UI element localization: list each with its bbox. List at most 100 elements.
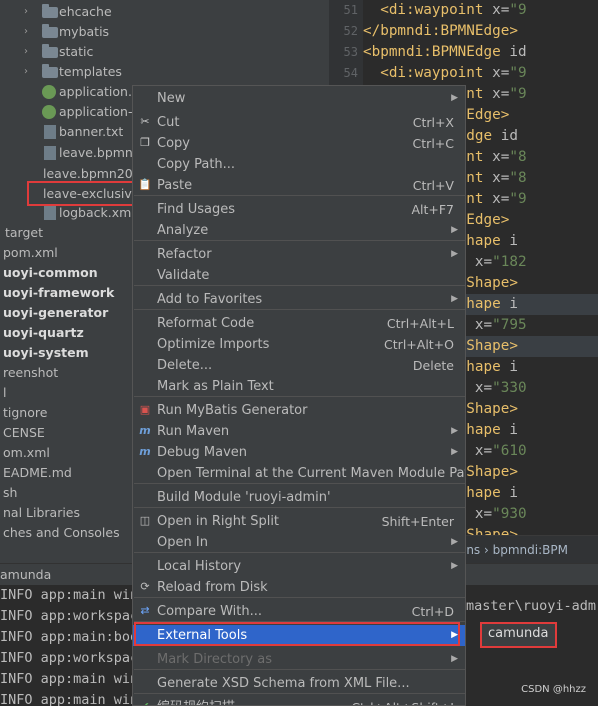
menu-item-copy-path[interactable]: Copy Path... bbox=[133, 154, 465, 175]
menu-item-new[interactable]: New ▶ bbox=[133, 88, 465, 109]
code-value: "9 bbox=[509, 65, 527, 81]
code-attr: x= bbox=[483, 2, 510, 18]
code-value: "610 bbox=[492, 443, 527, 459]
menu-item-label: Refactor bbox=[157, 247, 212, 262]
menu-item-paste[interactable]: 📋 Paste Ctrl+V bbox=[133, 175, 465, 196]
menu-item-compare-with[interactable]: ⇄ Compare With... Ctrl+D bbox=[133, 601, 465, 622]
code-attr: x= bbox=[466, 254, 493, 270]
menu-item-shortcut: Alt+F7 bbox=[411, 202, 454, 217]
code-value: "330 bbox=[492, 380, 527, 396]
tree-item-label: uoyi-common bbox=[3, 265, 98, 280]
spring-config-icon bbox=[42, 85, 56, 99]
tree-item[interactable]: › ehcache bbox=[0, 2, 356, 22]
menu-item-open-in-right-split[interactable]: ◫ Open in Right Split Shift+Enter bbox=[133, 511, 465, 532]
external-tools-submenu[interactable]: camunda bbox=[480, 622, 557, 648]
code-attr: i bbox=[500, 422, 518, 438]
code-tag: <bpmndi:BPMNEdge bbox=[363, 44, 501, 60]
folder-icon bbox=[42, 44, 58, 58]
submenu-arrow-icon: ▶ bbox=[451, 447, 458, 457]
menu-item-item-27[interactable]: ✔ 编码规约扫描 Ctrl+Alt+Shift+J bbox=[133, 697, 465, 705]
submenu-item-camunda[interactable]: camunda bbox=[488, 626, 548, 641]
menu-item-reformat-code[interactable]: Reformat Code Ctrl+Alt+L bbox=[133, 313, 465, 334]
menu-item-run-mybatis-generator[interactable]: ▣ Run MyBatis Generator bbox=[133, 400, 465, 421]
chevron-right-icon[interactable]: › bbox=[24, 22, 34, 42]
tree-item-label: ches and Consoles bbox=[3, 525, 120, 540]
maven-run-icon: m bbox=[139, 424, 151, 437]
menu-item-label: Open In bbox=[157, 535, 208, 550]
tree-item[interactable]: › templates bbox=[0, 62, 356, 82]
chevron-right-icon[interactable]: › bbox=[24, 42, 34, 62]
menu-item-label: Mark as Plain Text bbox=[157, 379, 274, 394]
submenu-arrow-icon: ▶ bbox=[451, 249, 458, 259]
menu-item-mark-as-plain-text[interactable]: Mark as Plain Text bbox=[133, 376, 465, 397]
menu-item-debug-maven[interactable]: m Debug Maven ▶ bbox=[133, 442, 465, 463]
menu-item-label: Find Usages bbox=[157, 202, 236, 217]
file-icon bbox=[44, 146, 56, 160]
code-attr: id bbox=[500, 44, 527, 60]
split-icon: ◫ bbox=[139, 514, 151, 527]
code-value: "9 bbox=[509, 86, 527, 102]
tree-item[interactable]: › mybatis bbox=[0, 22, 356, 42]
menu-item-find-usages[interactable]: Find Usages Alt+F7 bbox=[133, 199, 465, 220]
console-line: INFO app:main win bbox=[0, 671, 139, 687]
scan-icon: ✔ bbox=[138, 700, 152, 705]
tree-item-label: uoyi-framework bbox=[3, 285, 115, 300]
code-attr: i bbox=[500, 485, 518, 501]
code-line[interactable]: <di:waypoint x="9 bbox=[363, 63, 598, 84]
file-icon bbox=[44, 206, 56, 220]
menu-item-analyze[interactable]: Analyze ▶ bbox=[133, 220, 465, 241]
submenu-arrow-icon: ▶ bbox=[451, 537, 458, 547]
line-number: 54 bbox=[343, 66, 358, 80]
menu-item-copy[interactable]: ❐ Copy Ctrl+C bbox=[133, 133, 465, 154]
menu-item-shortcut: Ctrl+Alt+O bbox=[384, 337, 454, 352]
tree-item-label: application.y bbox=[59, 84, 140, 99]
maven-debug-icon: m bbox=[139, 445, 151, 458]
run-tab-title[interactable]: amunda bbox=[0, 567, 51, 582]
menu-item-label: Run Maven bbox=[157, 424, 230, 439]
code-attr: i bbox=[500, 359, 518, 375]
menu-item-open-in[interactable]: Open In ▶ bbox=[133, 532, 465, 553]
context-menu[interactable]: New ▶ ✂ Cut Ctrl+X ❐ Copy Ctrl+C Copy Path... 📋 Pa… bbox=[132, 85, 466, 706]
code-line[interactable]: </bpmndi:BPMNEdge> bbox=[363, 21, 598, 42]
menu-item-refactor[interactable]: Refactor ▶ bbox=[133, 244, 465, 265]
tree-item-label: logback.xml bbox=[59, 205, 135, 220]
menu-item-add-to-favorites[interactable]: Add to Favorites ▶ bbox=[133, 289, 465, 310]
code-attr: i bbox=[500, 233, 518, 249]
console-line: INFO app:workspac bbox=[0, 608, 139, 624]
code-line[interactable]: <di:waypoint x="9 bbox=[363, 0, 598, 21]
submenu-arrow-icon: ▶ bbox=[451, 426, 458, 436]
menu-item-delete[interactable]: Delete... Delete bbox=[133, 355, 465, 376]
submenu-arrow-icon: ▶ bbox=[451, 225, 458, 235]
chevron-right-icon[interactable]: › bbox=[24, 2, 34, 22]
menu-item-run-maven[interactable]: m Run Maven ▶ bbox=[133, 421, 465, 442]
code-tag: <di:waypoint bbox=[380, 65, 484, 81]
code-value: "795 bbox=[492, 317, 527, 333]
code-attr: x= bbox=[466, 506, 493, 522]
menu-item-optimize-imports[interactable]: Optimize Imports Ctrl+Alt+O bbox=[133, 334, 465, 355]
tree-item[interactable]: › static bbox=[0, 42, 356, 62]
menu-item-build-module-ruoyi-admin[interactable]: Build Module 'ruoyi-admin' bbox=[133, 487, 465, 508]
chevron-right-icon[interactable]: › bbox=[24, 62, 34, 82]
menu-item-open-terminal-at-the-current-maven-module-path[interactable]: Open Terminal at the Current Maven Modul… bbox=[133, 463, 465, 484]
menu-item-cut[interactable]: ✂ Cut Ctrl+X bbox=[133, 112, 465, 133]
tree-item-label: banner.txt bbox=[59, 124, 124, 139]
mybatis-icon: ▣ bbox=[139, 403, 151, 416]
file-icon bbox=[44, 125, 56, 139]
menu-item-generate-xsd-schema-from-xml-file[interactable]: Generate XSD Schema from XML File... bbox=[133, 673, 465, 694]
tree-item-label: EADME.md bbox=[3, 465, 72, 480]
menu-item-validate[interactable]: Validate bbox=[133, 265, 465, 286]
menu-item-label: Reload from Disk bbox=[157, 580, 268, 595]
line-number: 51 bbox=[343, 3, 358, 17]
code-attr: x= bbox=[483, 86, 510, 102]
reload-icon: ⟳ bbox=[140, 580, 150, 593]
code-line[interactable]: <bpmndi:BPMNEdge id bbox=[363, 42, 598, 63]
tree-item-label: pom.xml bbox=[3, 245, 58, 260]
menu-item-reload-from-disk[interactable]: ⟳ Reload from Disk bbox=[133, 577, 465, 598]
tree-item-label: tignore bbox=[3, 405, 48, 420]
menu-item-label: Optimize Imports bbox=[157, 337, 270, 352]
code-attr: id bbox=[492, 128, 518, 144]
menu-item-shortcut: Ctrl+C bbox=[412, 136, 454, 151]
tree-item-label: target bbox=[5, 225, 44, 240]
menu-item-shortcut: Ctrl+D bbox=[411, 604, 454, 619]
menu-item-local-history[interactable]: Local History ▶ bbox=[133, 556, 465, 577]
